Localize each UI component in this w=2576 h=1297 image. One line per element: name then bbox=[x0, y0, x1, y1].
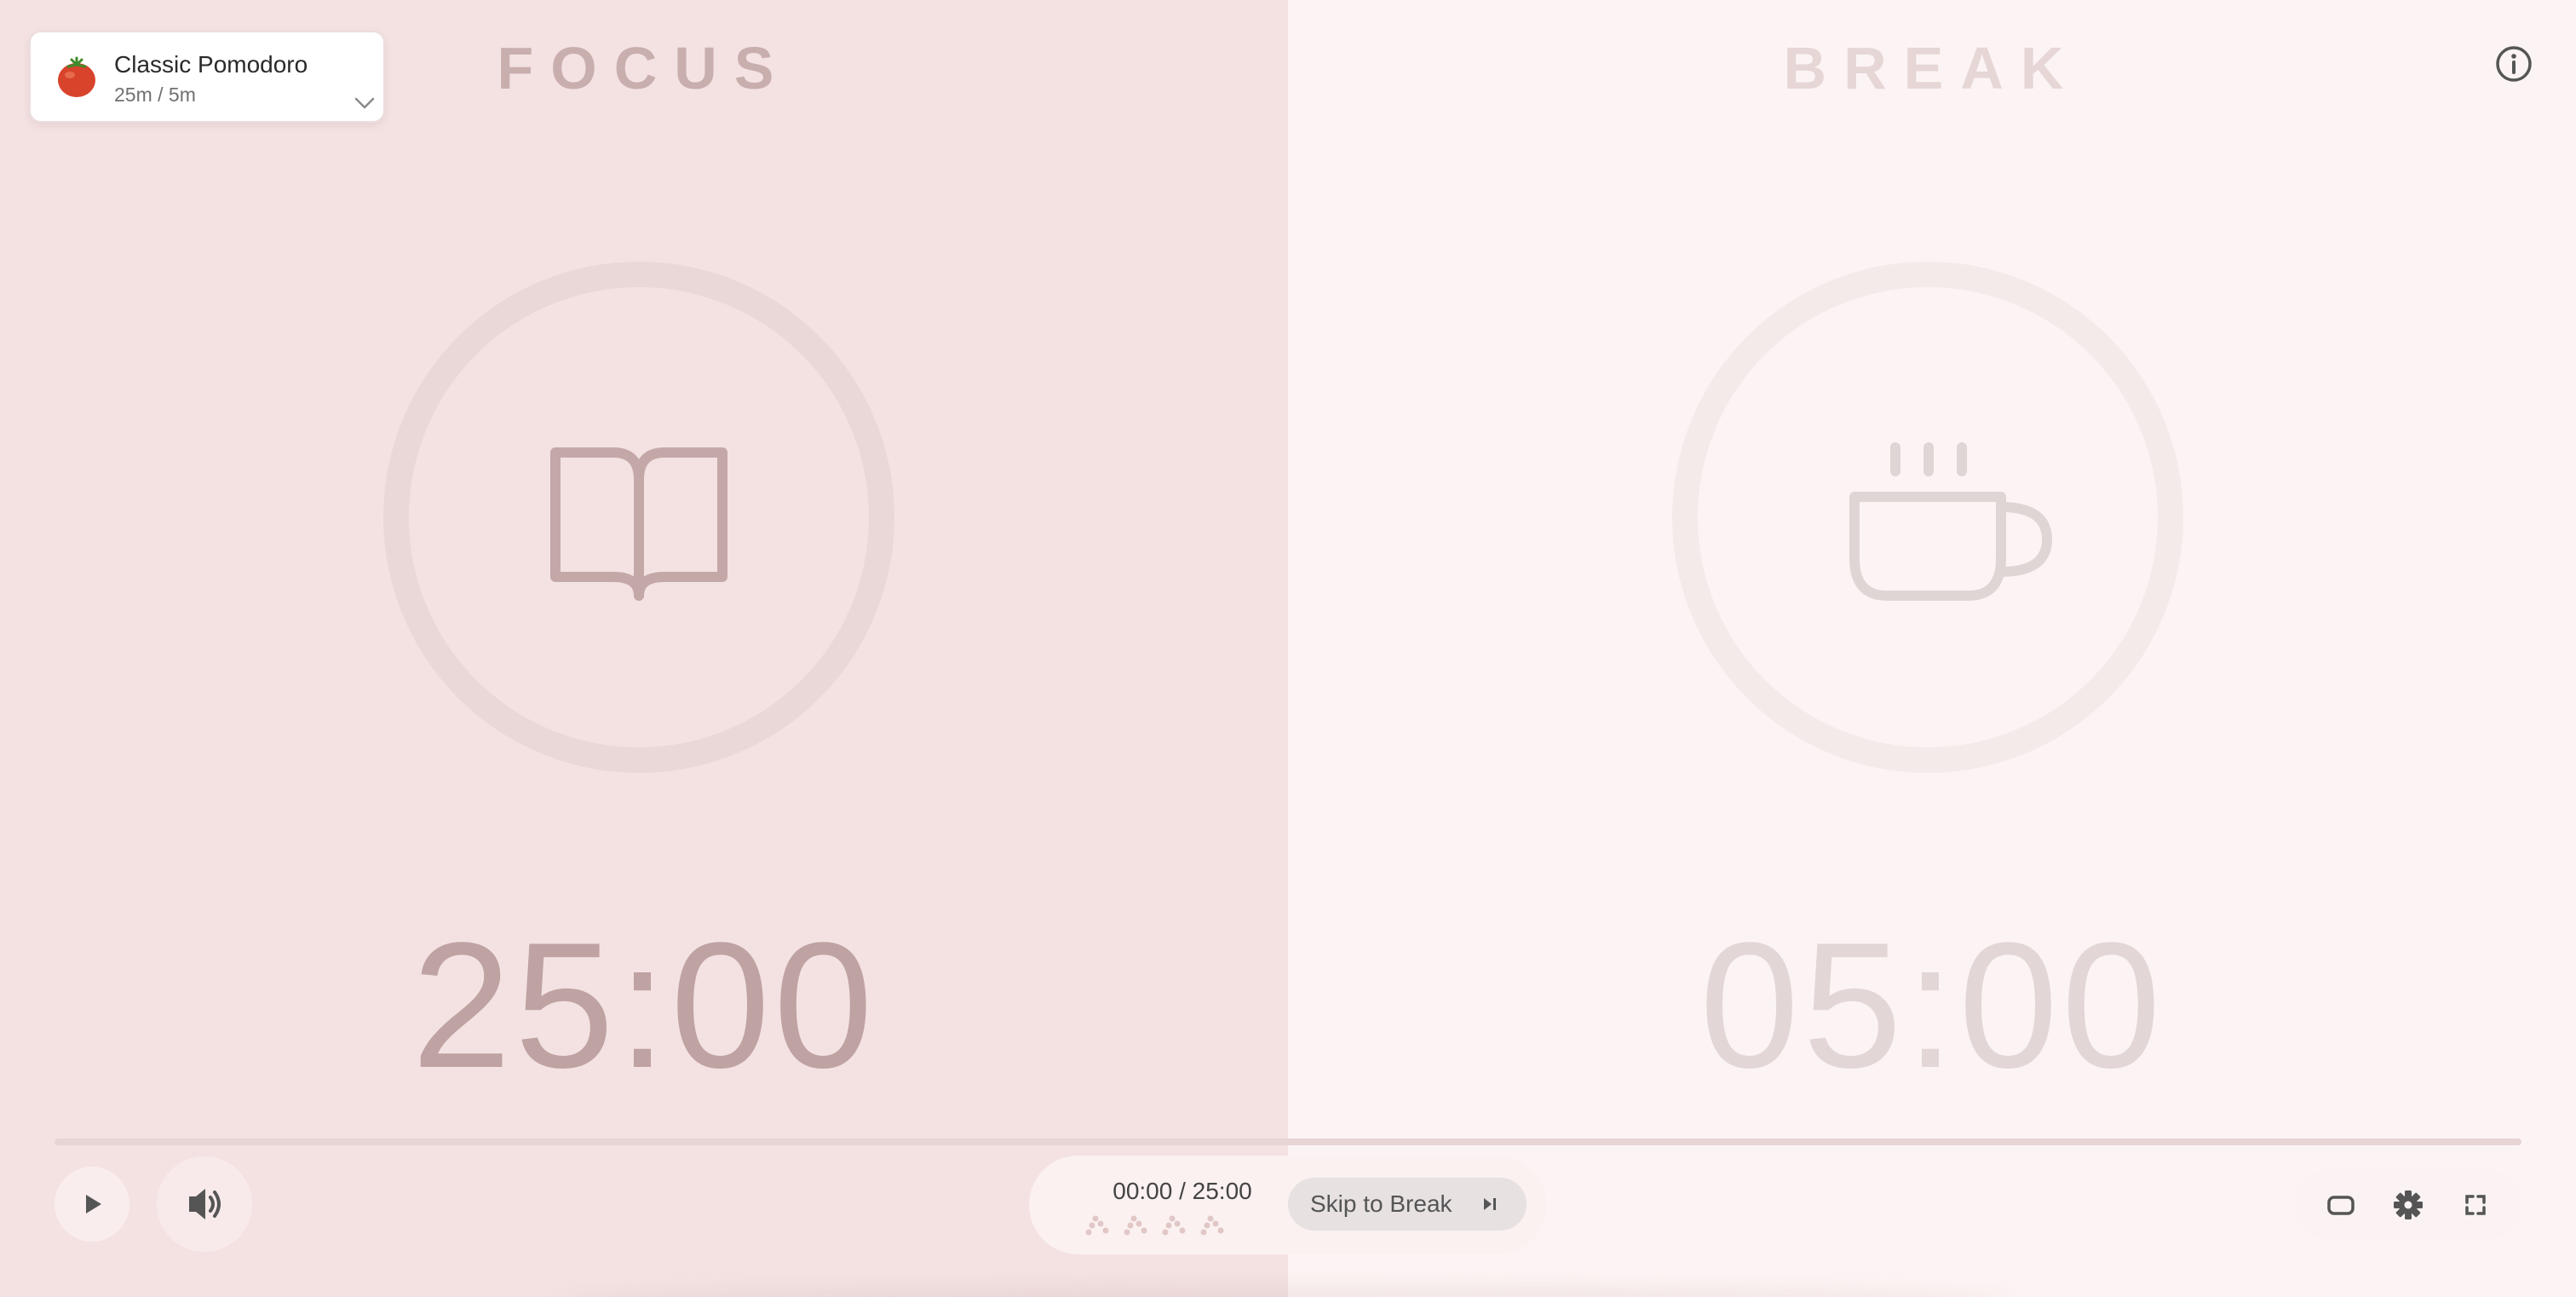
skip-to-break-button[interactable]: Skip to Break bbox=[1288, 1178, 1527, 1231]
break-progress-ring bbox=[1672, 262, 2183, 773]
mini-window-icon bbox=[2327, 1196, 2355, 1215]
chevron-down-icon bbox=[354, 97, 375, 109]
focus-panel: FOCUS 25:00 bbox=[0, 0, 1288, 1297]
focus-time: 25:00 bbox=[411, 905, 877, 1105]
view-toolbar bbox=[2295, 1169, 2521, 1241]
cycle-dot bbox=[1085, 1215, 1109, 1236]
book-icon bbox=[550, 447, 727, 601]
preset-selector[interactable]: Classic Pomodoro 25m / 5m bbox=[29, 31, 385, 123]
break-panel: BREAK 05:00 bbox=[1288, 0, 2576, 1297]
play-button[interactable] bbox=[55, 1167, 129, 1242]
preset-name: Classic Pomodoro bbox=[114, 51, 308, 78]
session-status-pill: 00:00 / 25:00 Skip to Break bbox=[1029, 1156, 1547, 1254]
coffee-cup-icon bbox=[1849, 442, 2052, 601]
preset-durations: 25m / 5m bbox=[114, 84, 196, 106]
mini-window-button[interactable] bbox=[2317, 1181, 2365, 1229]
cycle-dots bbox=[1085, 1215, 1224, 1236]
info-icon[interactable] bbox=[2494, 44, 2533, 84]
skip-label: Skip to Break bbox=[1310, 1190, 1452, 1217]
fullscreen-icon bbox=[2465, 1195, 2486, 1215]
volume-button[interactable] bbox=[157, 1156, 252, 1252]
focus-progress-ring bbox=[383, 262, 894, 773]
cycle-dot bbox=[1200, 1215, 1224, 1236]
pomodoro-app: FOCUS 25:00 BREAK 05:00 Classic Pomodoro… bbox=[0, 0, 2576, 1297]
tomato-icon bbox=[58, 56, 95, 97]
cycle-dot bbox=[1124, 1215, 1147, 1236]
session-progress-bar[interactable] bbox=[55, 1138, 2521, 1145]
settings-button[interactable] bbox=[2384, 1181, 2432, 1229]
break-title: BREAK bbox=[1783, 35, 2081, 101]
fullscreen-button[interactable] bbox=[2452, 1181, 2499, 1229]
skip-next-icon bbox=[1484, 1198, 1496, 1210]
elapsed-time-readout: 00:00 / 25:00 bbox=[1113, 1178, 1252, 1204]
cycle-dot bbox=[1162, 1215, 1186, 1236]
gear-icon bbox=[2394, 1190, 2423, 1219]
break-time: 05:00 bbox=[1699, 905, 2165, 1105]
play-icon bbox=[86, 1195, 101, 1213]
volume-icon bbox=[189, 1189, 221, 1219]
